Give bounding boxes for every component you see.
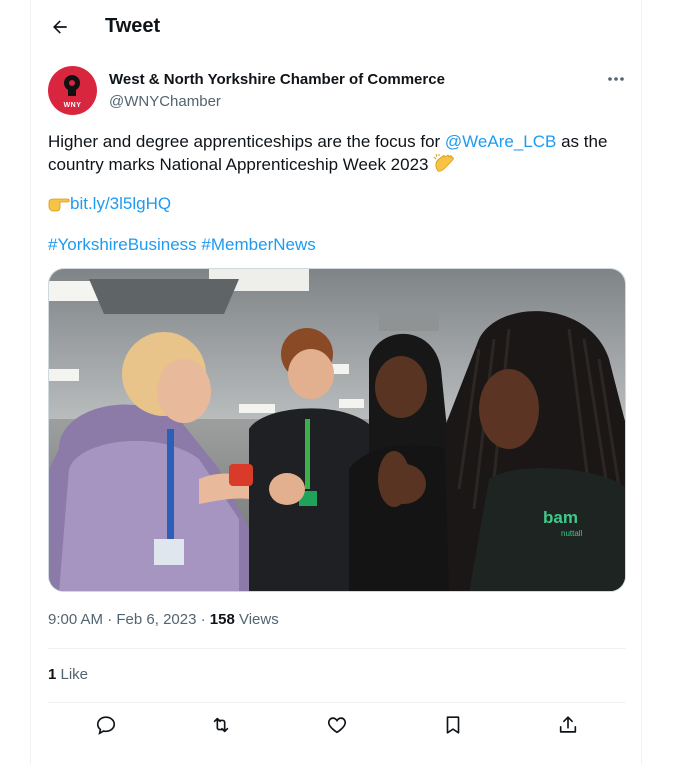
reply-button[interactable]: [88, 707, 124, 743]
author-name[interactable]: West & North Yorkshire Chamber of Commer…: [109, 71, 445, 88]
tweet-header: Tweet: [31, 0, 643, 54]
heart-icon: [327, 717, 347, 734]
page-title: Tweet: [105, 15, 161, 37]
share-button[interactable]: [550, 707, 586, 743]
retweet-icon: [214, 717, 229, 733]
author-avatar[interactable]: WNY: [48, 66, 97, 115]
meta-separator: ·: [196, 611, 210, 628]
tweet-text-part: Higher and degree apprenticeships are th…: [48, 132, 445, 151]
rose-logo-icon: [64, 75, 80, 96]
tweet-date[interactable]: Feb 6, 2023: [116, 611, 196, 628]
likes-label: Like: [56, 666, 89, 683]
tweet-image[interactable]: bam nuttall: [48, 268, 626, 592]
apprentices-photo: bam nuttall: [49, 269, 625, 591]
tweet-text: Higher and degree apprenticeships are th…: [48, 131, 628, 176]
meta-separator: ·: [103, 611, 117, 628]
tshirt-logo-subtext: nuttall: [561, 529, 583, 538]
views-count: 158: [209, 611, 235, 628]
back-button[interactable]: [47, 14, 73, 40]
hashtags: #YorkshireBusiness #MemberNews: [48, 234, 316, 256]
short-link[interactable]: bit.ly/3l5lgHQ: [70, 194, 171, 213]
pointing-hand-icon: [48, 198, 70, 212]
mention-link[interactable]: @WeAre_LCB: [445, 132, 556, 151]
avatar-label: WNY: [63, 102, 82, 109]
retweet-button[interactable]: [203, 707, 239, 743]
likes-summary[interactable]: 1 Like: [48, 666, 88, 683]
tweet-actions: [48, 703, 626, 747]
tweet-time[interactable]: 9:00 AM: [48, 611, 103, 628]
tweet-link-line: bit.ly/3l5lgHQ: [48, 193, 171, 215]
author-handle[interactable]: @WNYChamber: [109, 93, 221, 110]
bookmark-button[interactable]: [435, 707, 471, 743]
hashtag-link[interactable]: #YorkshireBusiness: [48, 235, 197, 254]
divider: [48, 648, 626, 649]
clapping-hands-icon: [433, 153, 455, 172]
like-button[interactable]: [319, 707, 355, 743]
views-label: Views: [234, 611, 279, 628]
share-icon: [560, 716, 577, 733]
tweet-metadata: 9:00 AM · Feb 6, 2023 · 158 Views: [48, 611, 279, 628]
tshirt-logo-text: bam: [543, 508, 578, 527]
tweet-column: Tweet WNY West & North Yorkshire Chamber…: [30, 0, 642, 764]
arrow-left-icon: [53, 20, 67, 34]
hashtag-link[interactable]: #MemberNews: [201, 235, 315, 254]
more-options-button[interactable]: [601, 69, 631, 89]
reply-icon: [96, 716, 115, 735]
more-dots-icon: [608, 77, 624, 81]
bookmark-icon: [446, 716, 459, 734]
